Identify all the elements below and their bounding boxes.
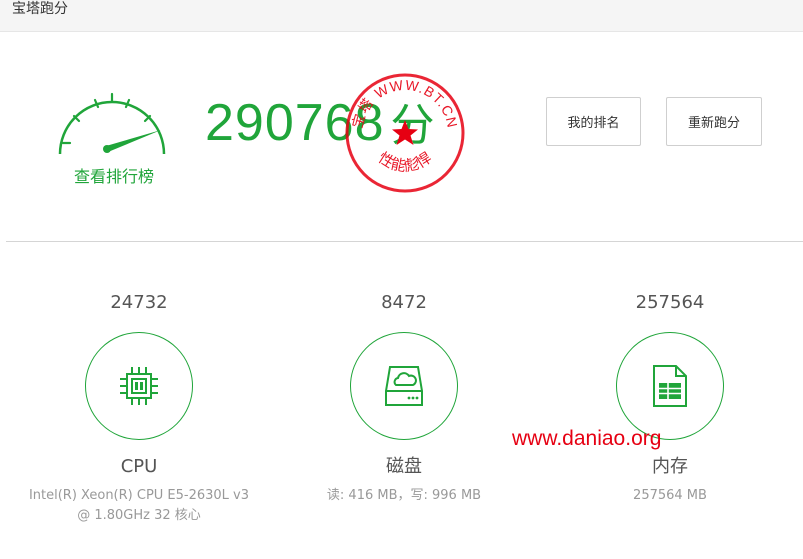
speedometer-icon[interactable] (55, 86, 170, 158)
window-title: 宝塔跑分 (12, 1, 68, 17)
memory-icon-circle (616, 332, 724, 440)
disk-label: 磁盘 (386, 456, 422, 477)
score-value: 290768 (205, 94, 385, 152)
memory-icon (653, 365, 687, 407)
disk-metric: 8472 磁盘 读: 416 MB，写: 996 MB (289, 290, 519, 506)
disk-icon-circle (350, 332, 458, 440)
cpu-score: 24732 (110, 292, 168, 313)
cpu-label: CPU (120, 456, 158, 477)
disk-detail: 读: 416 MB，写: 996 MB (326, 488, 482, 503)
title-bar: 宝塔跑分 (0, 0, 803, 32)
disk-icon (385, 366, 423, 406)
memory-metric: 257564 内存 257564 MB (555, 290, 785, 506)
cpu-metric: 24732 CPU Intel(R) Xeon(R) CPU E5-2630L … (24, 290, 254, 526)
cpu-icon (120, 367, 158, 405)
retest-button[interactable]: 重新跑分 (666, 97, 762, 146)
cpu-icon-circle (85, 332, 193, 440)
memory-detail: 257564 MB (633, 488, 707, 503)
disk-score: 8472 (381, 292, 427, 313)
memory-label: 内存 (652, 456, 688, 477)
cpu-detail: Intel(R) Xeon(R) CPU E5-2630L v3 @ 1.80G… (28, 488, 250, 523)
my-rank-button[interactable]: 我的排名 (546, 97, 641, 146)
total-score: 290768 分 (205, 92, 435, 154)
memory-score: 257564 (635, 292, 705, 313)
view-leaderboard-link[interactable]: 查看排行榜 (60, 163, 168, 187)
section-divider (6, 241, 803, 242)
score-unit: 分 (390, 100, 435, 151)
